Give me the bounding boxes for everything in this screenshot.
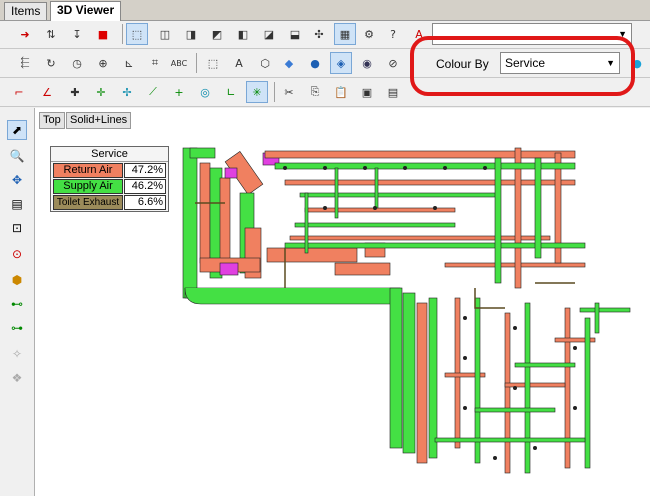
red-arrow-icon[interactable]: ➜ bbox=[14, 23, 36, 45]
tab-strip: Items 3D Viewer bbox=[0, 0, 650, 21]
tab-items[interactable]: Items bbox=[4, 2, 48, 20]
export-icon[interactable]: ▤ bbox=[382, 81, 404, 103]
properties-icon[interactable]: ▤ bbox=[7, 194, 27, 214]
connect-icon[interactable]: ⊷ bbox=[7, 294, 27, 314]
select-icon[interactable]: ⬱ bbox=[14, 52, 36, 74]
3d-viewport[interactable]: Top Solid+Lines Service Return Air 47.2%… bbox=[35, 108, 650, 496]
text-a-icon[interactable]: A bbox=[228, 52, 250, 74]
cube-bottom-icon[interactable]: ⬓ bbox=[284, 23, 306, 45]
add-pipe-icon[interactable]: ⊶ bbox=[7, 318, 27, 338]
plus-icon[interactable]: + bbox=[168, 81, 190, 103]
target-icon[interactable]: ◎ bbox=[194, 81, 216, 103]
pan-icon[interactable]: ⊕ bbox=[92, 52, 114, 74]
corner-icon[interactable]: ∟ bbox=[220, 81, 242, 103]
separator bbox=[274, 82, 275, 102]
disabled-camera-icon: ❖ bbox=[11, 371, 23, 385]
node-icon[interactable]: ✛ bbox=[90, 81, 112, 103]
sort-desc-icon[interactable]: ↧ bbox=[66, 23, 88, 45]
snap-icon[interactable]: ✳ bbox=[246, 81, 268, 103]
grid-icon[interactable]: ⌗ bbox=[144, 52, 166, 74]
wire-cube-icon[interactable]: ⬡ bbox=[254, 52, 276, 74]
layers-icon[interactable]: ▦ bbox=[334, 23, 356, 45]
disabled-tool-icon: ✧ bbox=[11, 347, 23, 361]
clear-icon[interactable]: ⊘ bbox=[382, 52, 404, 74]
tab-3d-viewer[interactable]: 3D Viewer bbox=[50, 1, 122, 21]
line-tool-icon[interactable]: ⌐ bbox=[8, 81, 30, 103]
abc-label-icon[interactable]: ABC bbox=[168, 52, 190, 74]
zoom-axis-icon[interactable]: ⊾ bbox=[118, 52, 140, 74]
blue-cube-icon[interactable]: ◆ bbox=[278, 52, 300, 74]
paste-icon[interactable]: 📋 bbox=[330, 81, 352, 103]
settings-icon[interactable]: ⚙ bbox=[358, 23, 380, 45]
cube-iso-icon[interactable]: ◧ bbox=[232, 23, 254, 45]
zoom-region-icon[interactable]: ⊙ bbox=[7, 244, 27, 264]
zoom-icon[interactable]: 🔍 bbox=[7, 146, 27, 166]
fit-icon[interactable]: ⊡ bbox=[7, 218, 27, 238]
cube-outline-icon[interactable]: ⬚ bbox=[126, 23, 148, 45]
axis-icon[interactable]: ✣ bbox=[308, 23, 330, 45]
sort-icon[interactable]: ⇅ bbox=[40, 23, 62, 45]
angle-tool-icon[interactable]: ∠ bbox=[36, 81, 58, 103]
rotate-icon[interactable]: ↻ bbox=[40, 52, 62, 74]
cube-side-icon[interactable]: ◨ bbox=[180, 23, 202, 45]
colour-by-highlight bbox=[410, 36, 635, 96]
cursor-icon[interactable]: ⬈ bbox=[7, 120, 27, 140]
spin-icon[interactable]: ◷ bbox=[66, 52, 88, 74]
sphere-icon[interactable]: ● bbox=[304, 52, 326, 74]
split-icon[interactable]: ✢ bbox=[116, 81, 138, 103]
cross-icon[interactable]: ✚ bbox=[64, 81, 86, 103]
separator bbox=[196, 53, 197, 73]
view-3d-icon[interactable]: ▣ bbox=[356, 81, 378, 103]
cube-front-icon[interactable]: ◫ bbox=[154, 23, 176, 45]
cube-alt-icon[interactable]: ◪ bbox=[258, 23, 280, 45]
diagonal-icon[interactable]: ⟋ bbox=[142, 81, 164, 103]
box-icon[interactable]: ⬚ bbox=[202, 52, 224, 74]
red-block-icon[interactable]: ■ bbox=[92, 23, 114, 45]
help-icon[interactable]: ? bbox=[382, 23, 404, 45]
copy-icon[interactable]: ⎘ bbox=[304, 81, 326, 103]
globe-icon[interactable]: ◉ bbox=[356, 52, 378, 74]
move-icon[interactable]: ✥ bbox=[7, 170, 27, 190]
supply-air-branches bbox=[274, 157, 631, 474]
left-toolbar: ⬈ 🔍 ✥ ▤ ⊡ ⊙ ⬢ ⊷ ⊶ ✧ ❖ bbox=[0, 108, 35, 496]
shaded-cube-icon[interactable]: ◈ bbox=[330, 52, 352, 74]
cut-icon[interactable]: ✂ bbox=[278, 81, 300, 103]
separator bbox=[122, 24, 123, 44]
duct-layout-drawing bbox=[182, 147, 631, 474]
cube-top-icon[interactable]: ◩ bbox=[206, 23, 228, 45]
component-icon[interactable]: ⬢ bbox=[7, 270, 27, 290]
